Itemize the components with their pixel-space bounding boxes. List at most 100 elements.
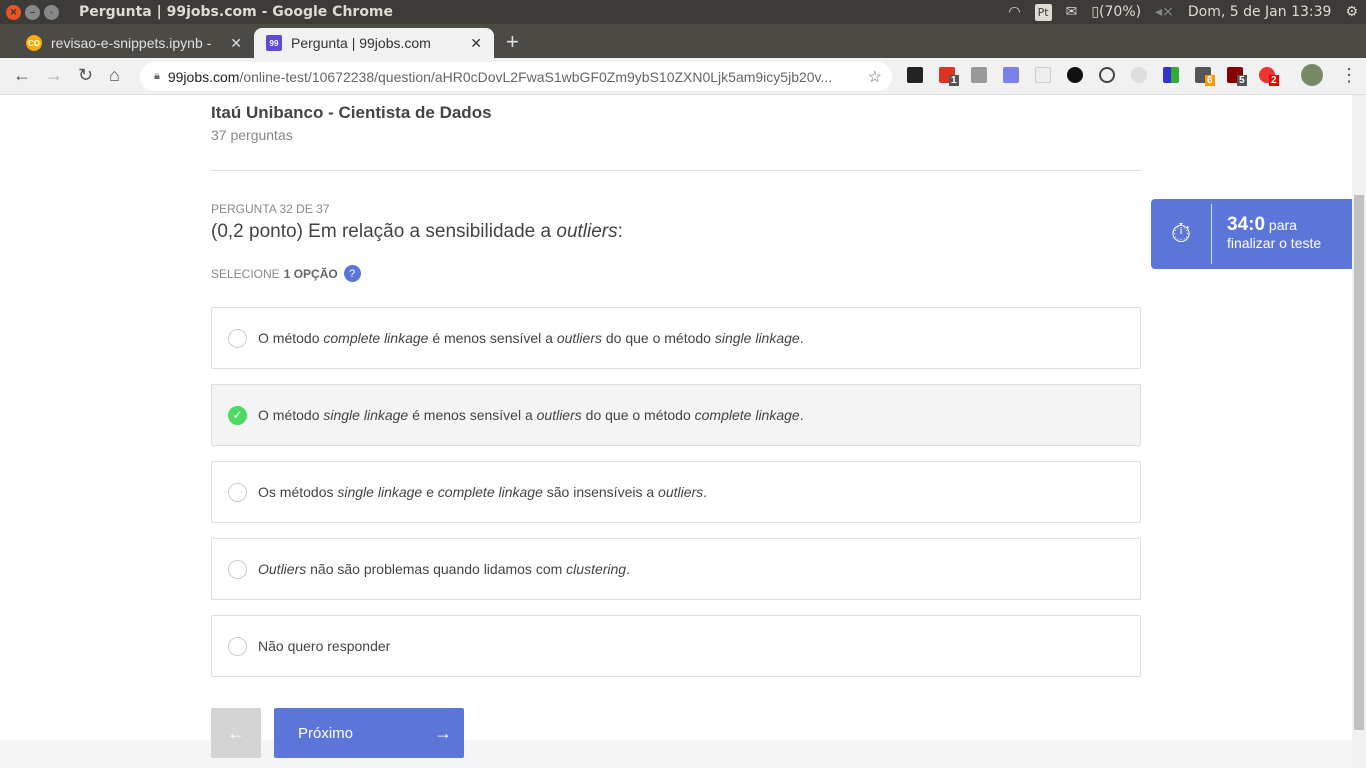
option-text-part: clustering xyxy=(566,561,627,577)
option-text: Os métodos single linkage e complete lin… xyxy=(258,484,707,500)
power-icon[interactable]: ⚙ xyxy=(1345,4,1358,20)
new-tab-button[interactable]: + xyxy=(506,29,519,55)
keyboard-language[interactable]: Pt xyxy=(1034,3,1052,21)
scrollbar[interactable] xyxy=(1352,95,1366,768)
home-icon[interactable]: ⌂ xyxy=(109,65,120,86)
option-text-part: . xyxy=(799,330,804,346)
option-text-part: complete linkage xyxy=(437,484,543,500)
option-text-part: são insensíveis a xyxy=(542,484,659,500)
answer-option[interactable]: Não quero responder xyxy=(211,615,1141,677)
question-text-part: : xyxy=(617,221,623,242)
camera-extension-icon[interactable] xyxy=(971,67,987,83)
battery-indicator[interactable]: ▯(70%) xyxy=(1091,4,1141,20)
question-text-part: (0,2 ponto) Em relação a sensibilidade a xyxy=(211,221,557,242)
forward-icon[interactable]: → xyxy=(45,65,63,86)
title-bar: ✕ – ▫ Pergunta | 99jobs.com - Google Chr… xyxy=(0,0,1366,24)
option-text-part: outliers xyxy=(536,407,582,423)
lock-icon: 🔒︎ xyxy=(154,70,160,82)
extension-badge: 1 xyxy=(949,75,959,86)
radio-icon[interactable] xyxy=(228,482,247,502)
option-text-part: e xyxy=(422,484,438,500)
md-extension-icon[interactable] xyxy=(1131,67,1147,83)
select-instruction: SELECIONE 1 OPÇÃO? xyxy=(211,265,361,282)
option-text-part: é menos sensível a xyxy=(408,407,537,423)
close-window-button[interactable]: ✕ xyxy=(6,4,21,20)
option-text-part: Os métodos xyxy=(258,484,338,500)
maximize-window-button[interactable]: ▫ xyxy=(44,4,59,20)
99jobs-favicon-icon: 99 xyxy=(266,35,282,51)
close-tab-icon[interactable]: ✕ xyxy=(470,35,482,52)
radio-icon[interactable] xyxy=(228,636,247,656)
tab-colab[interactable]: CO revisao-e-snippets.ipynb - ✕ xyxy=(14,28,254,58)
option-text-part: outliers xyxy=(556,330,602,346)
arrow-left-icon: ← xyxy=(227,722,245,743)
footer-band xyxy=(0,740,1352,768)
option-text-part: Outliers xyxy=(258,561,307,577)
bookmark-star-icon[interactable]: ☆ xyxy=(868,67,882,87)
profile-avatar[interactable] xyxy=(1301,64,1323,86)
option-text: O método single linkage é menos sensível… xyxy=(258,407,804,423)
next-label: Próximo xyxy=(298,724,354,742)
google-extension-icon[interactable] xyxy=(1163,67,1179,83)
system-tray: ◠ Pt ✉ ▯(70%) ◂× Dom, 5 de Jan 13:39 ⚙ xyxy=(1008,0,1358,24)
extension-badge: 5 xyxy=(1237,75,1247,86)
next-button[interactable]: Próximo → xyxy=(274,708,464,758)
extension-badge: 6 xyxy=(1205,75,1215,86)
timer-divider xyxy=(1211,204,1212,264)
answer-option[interactable]: Outliers não são problemas quando lidamo… xyxy=(211,538,1141,600)
tab-label: Pergunta | 99jobs.com xyxy=(291,35,431,51)
question-text: (0,2 ponto) Em relação a sensibilidade a… xyxy=(211,221,623,243)
option-text: O método complete linkage é menos sensív… xyxy=(258,330,804,346)
option-text-part: Não quero responder xyxy=(258,638,391,654)
stopwatch-icon: ⏱︎ xyxy=(1170,218,1192,248)
tab-label: revisao-e-snippets.ipynb - xyxy=(51,35,212,51)
radio-icon[interactable] xyxy=(228,559,247,579)
question-text-italic: outliers xyxy=(556,221,618,242)
timer-value: 34:0 xyxy=(1227,214,1266,235)
radio-checked-icon[interactable]: ✓ xyxy=(228,405,247,425)
help-icon[interactable]: ? xyxy=(343,265,361,282)
option-text-part: single linkage xyxy=(323,407,409,423)
timer-caption: finalizar o teste xyxy=(1227,235,1322,251)
tex-extension-icon[interactable] xyxy=(1035,67,1051,83)
url-host: 99jobs.com xyxy=(167,68,240,85)
question-number: PERGUNTA 32 DE 37 xyxy=(211,202,330,216)
answer-option[interactable]: ✓ O método single linkage é menos sensíve… xyxy=(211,384,1141,446)
option-text-part: não são problemas quando lidamos com xyxy=(306,561,567,577)
cloud-extension-icon[interactable] xyxy=(1099,67,1115,83)
back-icon[interactable]: ← xyxy=(13,65,31,86)
translate-extension-icon[interactable] xyxy=(1003,67,1019,83)
scrollbar-thumb[interactable] xyxy=(1354,195,1364,730)
answer-option[interactable]: Os métodos single linkage e complete lin… xyxy=(211,461,1141,523)
url-path: /online-test/10672238/question/aHR0cDovL… xyxy=(239,68,833,85)
arrow-right-icon: → xyxy=(434,722,452,743)
tab-pergunta[interactable]: 99 Pergunta | 99jobs.com ✕ xyxy=(254,28,494,58)
timer-panel: ⏱︎ 34:0 para finalizar o teste xyxy=(1151,199,1352,269)
previous-button[interactable]: ← xyxy=(211,708,261,758)
option-text-part: single linkage xyxy=(337,484,423,500)
close-tab-icon[interactable]: ✕ xyxy=(230,35,242,52)
option-text-part: . xyxy=(703,484,708,500)
mail-icon[interactable]: ✉ xyxy=(1066,4,1078,20)
option-text-part: . xyxy=(799,407,804,423)
battery-percent: (70%) xyxy=(1099,4,1142,20)
option-text-part: O método xyxy=(258,407,324,423)
menu-icon[interactable]: ⋮ xyxy=(1340,65,1358,86)
minimize-window-button[interactable]: – xyxy=(25,4,40,20)
question-count: 37 perguntas xyxy=(211,127,293,143)
radio-icon[interactable] xyxy=(228,328,247,348)
option-text-part: O método xyxy=(258,330,324,346)
page: Itaú Unibanco - Cientista de Dados 37 pe… xyxy=(0,95,1352,768)
reload-icon[interactable]: ↻ xyxy=(78,65,93,86)
gnome-extension-icon[interactable] xyxy=(1067,67,1083,83)
mute-icon[interactable]: ◂× xyxy=(1155,4,1174,20)
extension-icon[interactable] xyxy=(907,67,923,83)
clock[interactable]: Dom, 5 de Jan 13:39 xyxy=(1188,4,1332,20)
select-label: SELECIONE xyxy=(211,266,280,281)
address-bar[interactable]: 🔒︎ 99jobs.com/online-test/10672238/quest… xyxy=(140,62,892,91)
wifi-icon[interactable]: ◠ xyxy=(1008,4,1020,20)
answer-option[interactable]: O método complete linkage é menos sensív… xyxy=(211,307,1141,369)
option-text-part: outliers xyxy=(658,484,704,500)
tab-bar: CO revisao-e-snippets.ipynb - ✕ 99 Pergu… xyxy=(0,24,1366,58)
option-text: Não quero responder xyxy=(258,638,390,654)
